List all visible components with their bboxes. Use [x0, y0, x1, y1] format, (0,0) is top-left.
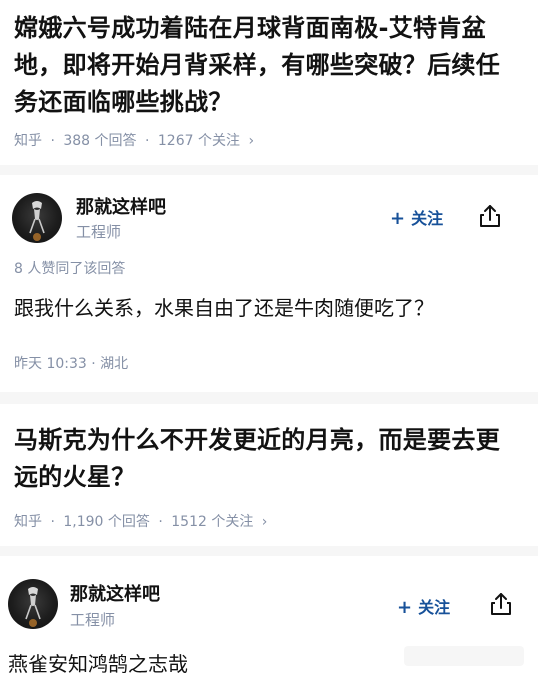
chevron-right-icon[interactable]: › — [248, 133, 254, 149]
chevron-right-icon[interactable]: › — [262, 514, 268, 530]
follower-count[interactable]: 1267 个关注 — [158, 133, 240, 149]
question-title[interactable]: 马斯克为什么不开发更近的月亮，而是要去更远的火星？ — [14, 422, 524, 496]
avatar-image — [29, 201, 45, 241]
watermark — [404, 646, 524, 666]
divider — [0, 165, 538, 175]
answer-count[interactable]: 1,190 个回答 — [63, 514, 150, 530]
agree-count: 8 人赞同了该回答 — [14, 261, 126, 277]
question-meta: 知乎 · 388 个回答 · 1267 个关注 › — [14, 133, 255, 149]
follower-count[interactable]: 1512 个关注 — [171, 514, 253, 530]
source-label: 知乎 — [14, 514, 42, 530]
question-card-2: 马斯克为什么不开发更近的月亮，而是要去更远的火星？ 知乎 · 1,190 个回答… — [0, 404, 538, 680]
question-meta: 知乎 · 1,190 个回答 · 1512 个关注 › — [14, 514, 268, 530]
answer-timestamp: 昨天 10:33 · 湖北 — [14, 356, 129, 372]
follow-label: 关注 — [411, 209, 444, 228]
avatar-image — [25, 587, 41, 627]
share-icon[interactable] — [477, 203, 503, 229]
share-icon[interactable] — [488, 591, 514, 617]
divider — [0, 546, 538, 556]
author-title: 工程师 — [70, 611, 116, 629]
answer-body[interactable]: 跟我什么关系，水果自由了还是牛肉随便吃了？ — [14, 292, 524, 321]
question-title[interactable]: 嫦娥六号成功着陆在月球背面南极-艾特肯盆地，即将开始月背采样，有哪些突破？后续任… — [14, 10, 524, 121]
avatar[interactable] — [8, 579, 58, 629]
plus-icon: + — [390, 208, 406, 229]
author-title: 工程师 — [76, 223, 122, 241]
author-name[interactable]: 那就这样吧 — [76, 193, 166, 219]
author-name[interactable]: 那就这样吧 — [70, 580, 160, 606]
divider — [0, 392, 538, 404]
follow-button[interactable]: + 关注 — [397, 594, 450, 618]
avatar[interactable] — [12, 193, 62, 243]
answer-count[interactable]: 388 个回答 — [63, 133, 136, 149]
follow-label: 关注 — [418, 598, 451, 617]
question-card-1: 嫦娥六号成功着陆在月球背面南极-艾特肯盆地，即将开始月背采样，有哪些突破？后续任… — [0, 0, 538, 392]
follow-button[interactable]: + 关注 — [390, 205, 443, 229]
plus-icon: + — [397, 597, 413, 618]
source-label: 知乎 — [14, 133, 42, 149]
